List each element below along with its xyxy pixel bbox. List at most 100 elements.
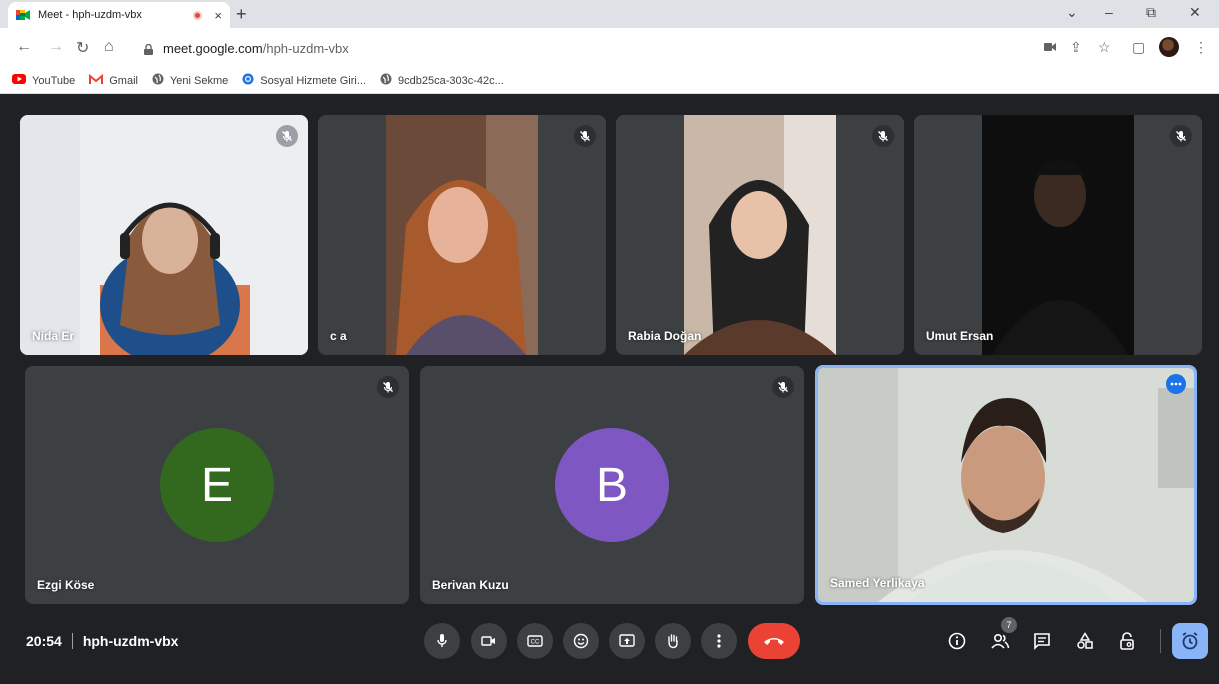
mic-off-icon [377, 376, 399, 398]
participant-avatar: B [555, 428, 669, 542]
bookmark-gmail[interactable]: Gmail [89, 73, 138, 88]
divider [71, 633, 73, 649]
restore-button[interactable]: ⧉ [1146, 4, 1156, 21]
recording-indicator-icon [193, 10, 203, 20]
site-icon [242, 73, 254, 88]
hang-up-icon [764, 638, 784, 645]
mic-off-icon [772, 376, 794, 398]
camera-icon [481, 636, 495, 646]
tab-close-button[interactable]: × [214, 8, 222, 23]
globe-icon [380, 73, 392, 88]
participant-name: Samed Yerlikaya [830, 576, 925, 590]
gmail-icon [89, 73, 104, 88]
meeting-info: 20:54 hph-uzdm-vbx [26, 633, 178, 649]
meeting-details-icon[interactable] [945, 629, 969, 653]
bookmark-label: Yeni Sekme [169, 74, 229, 87]
back-icon[interactable]: ← [16, 38, 32, 56]
present-icon [619, 634, 635, 647]
more-options-button[interactable] [701, 623, 737, 659]
participant-tile-berivan-kuzu[interactable]: B Berivan Kuzu [420, 366, 804, 604]
participant-video [20, 115, 308, 355]
address-bar[interactable]: meet.google.com/hph-uzdm-vbx [130, 34, 1030, 62]
mic-off-icon [276, 125, 298, 147]
participant-video [982, 115, 1134, 355]
activities-icon[interactable] [1073, 629, 1097, 653]
participant-tile-samed-yerlikaya[interactable]: Samed Yerlikaya [815, 365, 1197, 605]
participant-tile-ezgi-kose[interactable]: E Ezgi Köse [25, 366, 409, 604]
participant-video [818, 368, 1194, 602]
tab-title: Meet - hph-uzdm-vbx [38, 9, 142, 21]
share-icon[interactable]: ⇪ [1070, 39, 1082, 56]
mic-toggle-button[interactable] [424, 623, 460, 659]
reactions-button[interactable] [563, 623, 599, 659]
meet-stage: Nida Er c a Rabia Doğan Umut Ersan E Ezg… [0, 95, 1219, 684]
meeting-code: hph-uzdm-vbx [82, 633, 179, 649]
captions-icon: CC [527, 635, 543, 647]
host-controls-icon[interactable] [1115, 629, 1139, 653]
new-tab-button[interactable]: + [236, 4, 247, 25]
svg-text:CC: CC [531, 640, 540, 646]
bookmark-label: Sosyal Hizmete Giri... [260, 74, 367, 87]
more-options-icon[interactable] [1166, 374, 1186, 394]
participant-tile-umut-ersan[interactable]: Umut Ersan [914, 115, 1202, 355]
youtube-icon [12, 74, 26, 87]
reload-icon[interactable]: ↻ [76, 38, 89, 58]
url-host: meet.google.com [163, 40, 263, 56]
bookmark-label: YouTube [32, 74, 76, 87]
participant-name: Rabia Doğan [628, 329, 702, 343]
raise-hand-button[interactable] [655, 623, 691, 659]
bookmark-label: Gmail [109, 74, 138, 87]
participant-avatar: E [160, 428, 274, 542]
participant-tile-c-a[interactable]: c a [318, 115, 606, 355]
present-screen-button[interactable] [609, 623, 645, 659]
participant-video [684, 115, 836, 355]
participant-tile-nida-er[interactable]: Nida Er [20, 115, 308, 355]
browser-tab-strip: Meet - hph-uzdm-vbx × + ⌄ – ⧉ ✕ [0, 0, 1219, 28]
mic-off-icon [1170, 125, 1192, 147]
minimize-button[interactable]: – [1105, 4, 1113, 20]
home-icon[interactable]: ⌂ [104, 38, 114, 56]
mic-off-icon [574, 125, 596, 147]
leave-call-button[interactable] [748, 623, 800, 659]
chat-icon[interactable] [1030, 629, 1054, 653]
globe-icon [152, 73, 164, 88]
bookmark-youtube[interactable]: YouTube [12, 74, 75, 87]
participant-tile-rabia-dogan[interactable]: Rabia Doğan [616, 115, 904, 355]
timer-alarm-button[interactable] [1172, 623, 1208, 659]
url-path: /hph-uzdm-vbx [262, 40, 349, 56]
more-vert-icon [717, 634, 721, 648]
profile-avatar[interactable] [1159, 37, 1179, 57]
participant-name: Berivan Kuzu [432, 578, 509, 592]
meeting-controls-bar: 20:54 hph-uzdm-vbx CC 7 [0, 617, 1219, 684]
tab-list-button[interactable]: ⌄ [1066, 4, 1078, 21]
side-panel-icon[interactable]: ▢ [1132, 39, 1145, 56]
captions-button[interactable]: CC [517, 623, 553, 659]
close-window-button[interactable]: ✕ [1189, 4, 1201, 21]
bookmark-9cdb25ca[interactable]: 9cdb25ca-303c-42c... [380, 73, 504, 88]
people-icon[interactable] [988, 629, 1012, 653]
bookmark-sosyal-hizmete[interactable]: Sosyal Hizmete Giri... [242, 73, 366, 88]
camera-toggle-button[interactable] [471, 623, 507, 659]
hand-icon [668, 634, 678, 649]
browser-tab-meet[interactable]: Meet - hph-uzdm-vbx × [8, 2, 230, 28]
bookmark-label: 9cdb25ca-303c-42c... [398, 74, 504, 87]
bookmarks-bar: YouTube Gmail Yeni Sekme Sosyal Hizmete … [0, 68, 1219, 94]
camera-in-use-icon[interactable] [1044, 39, 1056, 55]
menu-kebab-icon[interactable]: ⋮ [1194, 39, 1208, 56]
participant-name: Ezgi Köse [37, 578, 95, 592]
emoji-icon [573, 633, 589, 649]
bookmark-yeni-sekme[interactable]: Yeni Sekme [152, 73, 228, 88]
bookmark-star-icon[interactable]: ☆ [1098, 39, 1111, 56]
lock-icon [144, 43, 153, 55]
forward-icon[interactable]: → [48, 38, 64, 56]
participant-name: c a [330, 329, 347, 343]
participant-name: Nida Er [32, 329, 75, 343]
participant-name: Umut Ersan [926, 329, 994, 343]
meeting-time: 20:54 [26, 633, 62, 649]
participant-video [386, 115, 538, 355]
alarm-icon [1182, 632, 1198, 650]
mic-off-icon [872, 125, 894, 147]
browser-toolbar: ← → ↻ ⌂ meet.google.com/hph-uzdm-vbx ⇪ ☆… [0, 28, 1219, 68]
mic-icon [437, 634, 447, 647]
meet-favicon-icon [16, 9, 30, 21]
